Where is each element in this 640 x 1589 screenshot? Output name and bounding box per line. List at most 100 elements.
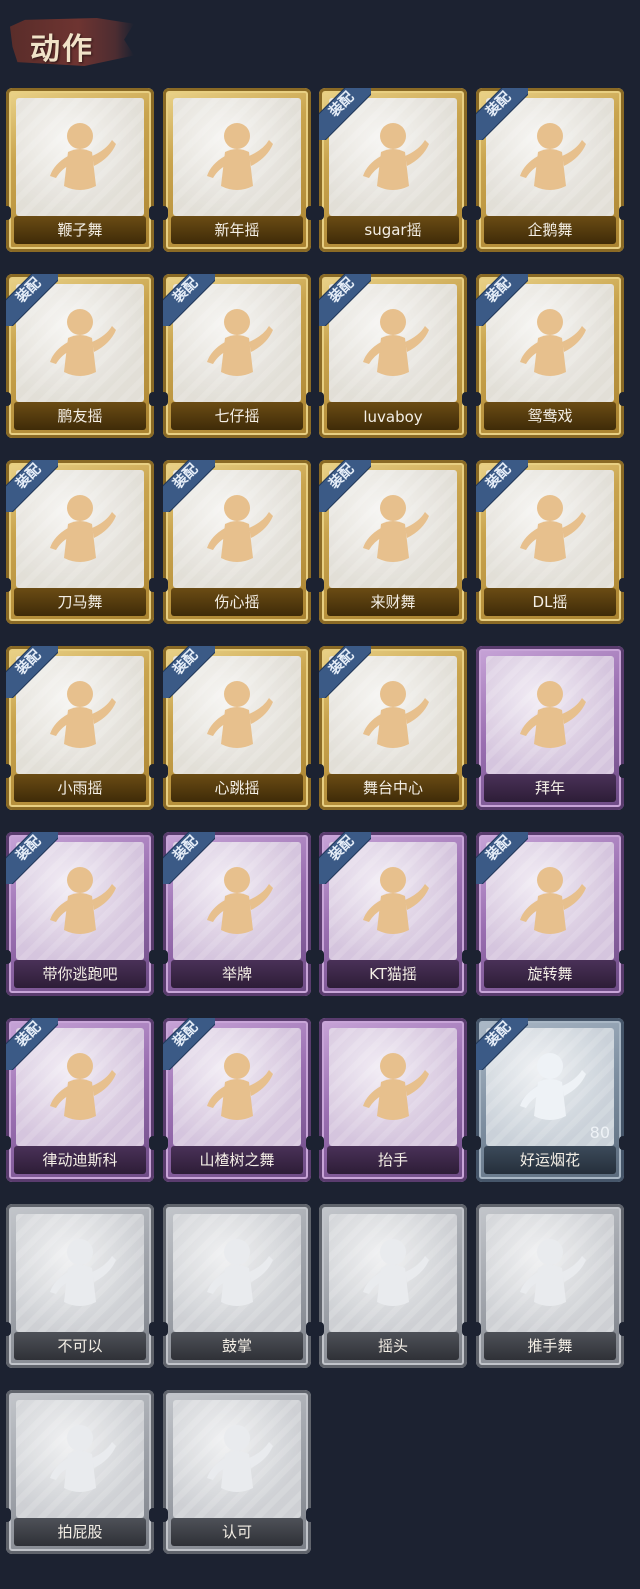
emote-label: DL摇 bbox=[532, 593, 568, 611]
emote-card[interactable]: 鼓掌 bbox=[163, 1204, 311, 1368]
card-notch-right bbox=[462, 392, 467, 406]
card-notch-left bbox=[163, 578, 168, 592]
equipped-badge: 装配 bbox=[319, 88, 371, 140]
card-notch-left bbox=[163, 764, 168, 778]
emote-card[interactable]: 拍屁股 bbox=[6, 1390, 154, 1554]
card-notch-right bbox=[619, 764, 624, 778]
card-notch-left bbox=[163, 1136, 168, 1150]
emote-card[interactable]: 刀马舞 装配 bbox=[6, 460, 154, 624]
emote-card[interactable]: 七仔摇 装配 bbox=[163, 274, 311, 438]
card-notch-left bbox=[163, 392, 168, 406]
card-notch-left bbox=[6, 206, 11, 220]
push-hands-dance-icon bbox=[520, 1239, 586, 1306]
emote-label: 伤心摇 bbox=[214, 593, 260, 611]
equipped-badge: 装配 bbox=[163, 832, 215, 884]
card-notch-right bbox=[306, 764, 311, 778]
card-notch-right bbox=[619, 950, 624, 964]
emote-card[interactable]: 抬手 bbox=[319, 1018, 467, 1182]
emote-card[interactable]: 鸳鸯戏 装配 bbox=[476, 274, 624, 438]
card-notch-left bbox=[476, 764, 481, 778]
emote-card[interactable]: 心跳摇 装配 bbox=[163, 646, 311, 810]
equipped-badge: 装配 bbox=[476, 832, 528, 884]
emote-card[interactable]: 企鹅舞 装配 bbox=[476, 88, 624, 252]
equipped-badge: 装配 bbox=[319, 274, 371, 326]
emote-card[interactable]: DL摇 装配 bbox=[476, 460, 624, 624]
card-notch-right bbox=[149, 764, 154, 778]
card-notch-left bbox=[6, 1136, 11, 1150]
equipped-badge: 装配 bbox=[163, 460, 215, 512]
emote-card[interactable]: 好运烟花 80 装配 bbox=[476, 1018, 624, 1182]
emote-card[interactable]: 鞭子舞 bbox=[6, 88, 154, 252]
emote-label: sugar摇 bbox=[364, 221, 422, 239]
emote-label: 舞台中心 bbox=[362, 779, 423, 797]
emote-label: 鞭子舞 bbox=[57, 221, 103, 239]
emote-card[interactable]: 新年摇 bbox=[163, 88, 311, 252]
emote-card[interactable]: sugar摇 装配 bbox=[319, 88, 467, 252]
emote-label: 刀马舞 bbox=[57, 593, 103, 611]
emote-card[interactable]: 拜年 bbox=[476, 646, 624, 810]
emote-card[interactable]: 带你逃跑吧 装配 bbox=[6, 832, 154, 996]
emote-label: 小雨摇 bbox=[57, 779, 103, 797]
item-count: 80 bbox=[589, 1123, 610, 1142]
card-notch-left bbox=[476, 578, 481, 592]
emote-panel: 动作 鞭子舞 新年摇 sugar摇 装配 企鹅舞 装配 鹏友摇 装配 七仔摇 装配 luvaboy 装… bbox=[0, 0, 640, 1589]
card-notch-right bbox=[619, 578, 624, 592]
clap-icon bbox=[207, 1239, 273, 1306]
emote-card[interactable]: 认可 bbox=[163, 1390, 311, 1554]
emote-label: 举牌 bbox=[221, 965, 252, 983]
equipped-badge: 装配 bbox=[163, 274, 215, 326]
emote-card[interactable]: 舞台中心 装配 bbox=[319, 646, 467, 810]
emote-label: 企鹅舞 bbox=[527, 221, 573, 239]
card-notch-right bbox=[149, 950, 154, 964]
emote-label: 摇头 bbox=[377, 1337, 408, 1355]
emote-card[interactable]: 律动迪斯科 装配 bbox=[6, 1018, 154, 1182]
card-notch-left bbox=[319, 950, 324, 964]
emote-label: 鼓掌 bbox=[221, 1337, 252, 1355]
emote-label: 拜年 bbox=[534, 779, 565, 797]
emote-card[interactable]: luvaboy 装配 bbox=[319, 274, 467, 438]
emote-card[interactable]: 小雨摇 装配 bbox=[6, 646, 154, 810]
card-notch-left bbox=[6, 1322, 11, 1336]
card-notch-left bbox=[476, 392, 481, 406]
new-year-sway-icon bbox=[207, 123, 273, 190]
equipped-badge: 装配 bbox=[319, 646, 371, 698]
section-header: 动作 bbox=[6, 8, 134, 72]
emote-label: 新年摇 bbox=[214, 221, 260, 239]
emote-card[interactable]: 举牌 装配 bbox=[163, 832, 311, 996]
equipped-badge: 装配 bbox=[319, 460, 371, 512]
emote-card[interactable]: 不可以 bbox=[6, 1204, 154, 1368]
emote-label: 鸳鸯戏 bbox=[527, 407, 573, 425]
equipped-badge: 装配 bbox=[6, 646, 58, 698]
card-notch-left bbox=[476, 1322, 481, 1336]
card-notch-right bbox=[619, 1136, 624, 1150]
card-notch-left bbox=[163, 1508, 168, 1522]
card-notch-left bbox=[6, 392, 11, 406]
card-notch-right bbox=[306, 392, 311, 406]
card-notch-left bbox=[319, 1136, 324, 1150]
emote-card[interactable]: 推手舞 bbox=[476, 1204, 624, 1368]
card-notch-right bbox=[619, 392, 624, 406]
thumbs-up-icon bbox=[207, 1425, 273, 1492]
section-title: 动作 bbox=[30, 32, 94, 67]
raise-hand-icon bbox=[363, 1053, 429, 1120]
emote-card[interactable]: 摇头 bbox=[319, 1204, 467, 1368]
equipped-badge: 装配 bbox=[6, 832, 58, 884]
card-notch-left bbox=[6, 950, 11, 964]
emote-label: 七仔摇 bbox=[214, 407, 260, 425]
emote-card[interactable]: 山楂树之舞 装配 bbox=[163, 1018, 311, 1182]
emote-card[interactable]: 鹏友摇 装配 bbox=[6, 274, 154, 438]
emote-label: 山楂树之舞 bbox=[199, 1151, 275, 1169]
emote-card[interactable]: KT猫摇 装配 bbox=[319, 832, 467, 996]
emote-card[interactable]: 伤心摇 装配 bbox=[163, 460, 311, 624]
equipped-badge: 装配 bbox=[6, 1018, 58, 1070]
emote-card[interactable]: 旋转舞 装配 bbox=[476, 832, 624, 996]
card-notch-left bbox=[6, 1508, 11, 1522]
card-notch-right bbox=[306, 1322, 311, 1336]
card-notch-right bbox=[306, 1136, 311, 1150]
card-notch-right bbox=[306, 950, 311, 964]
card-notch-left bbox=[163, 1322, 168, 1336]
emote-label: 认可 bbox=[221, 1523, 252, 1541]
card-notch-left bbox=[6, 578, 11, 592]
card-notch-left bbox=[319, 578, 324, 592]
emote-card[interactable]: 来财舞 装配 bbox=[319, 460, 467, 624]
